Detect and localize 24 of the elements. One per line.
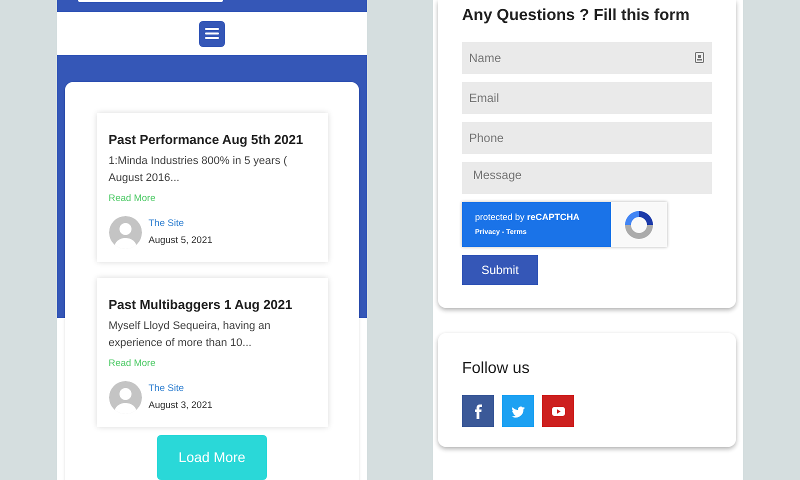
contact-card-icon (695, 52, 704, 63)
post-excerpt: 1:Minda Industries 800% in 5 years ( August 2016... (108, 154, 288, 186)
post-title[interactable]: Past Performance Aug 5th 2021 (108, 130, 316, 150)
post-excerpt: Myself Lloyd Sequeira, having an experience of more than 10... (108, 318, 272, 350)
menu-icon (205, 28, 219, 39)
input-field[interactable]: Phone (462, 122, 712, 154)
author-link[interactable]: The Site (148, 216, 212, 231)
youtube-link[interactable] (542, 395, 574, 427)
form-title: Any Questions ? Fill this form (462, 6, 691, 26)
author-link[interactable]: The Site (148, 382, 212, 396)
facebook-link[interactable] (462, 395, 494, 427)
post-title[interactable]: Past Multibaggers 1 Aug 2021 (108, 295, 316, 314)
input-field[interactable]: Email (462, 82, 712, 114)
message-field[interactable]: Message (462, 162, 712, 194)
post-date: August 5, 2021 (148, 234, 212, 248)
input-field[interactable]: Name (462, 42, 712, 74)
avatar-icon (108, 216, 142, 249)
post-date: August 3, 2021 (148, 398, 212, 413)
recaptcha-label: protected by reCAPTCHA (475, 211, 581, 224)
avatar-icon (108, 380, 142, 414)
submit-button[interactable]: Submit (462, 255, 538, 285)
follow-title: Follow us (462, 359, 531, 379)
menu-button[interactable] (199, 20, 225, 46)
twitter-link[interactable] (502, 395, 534, 427)
